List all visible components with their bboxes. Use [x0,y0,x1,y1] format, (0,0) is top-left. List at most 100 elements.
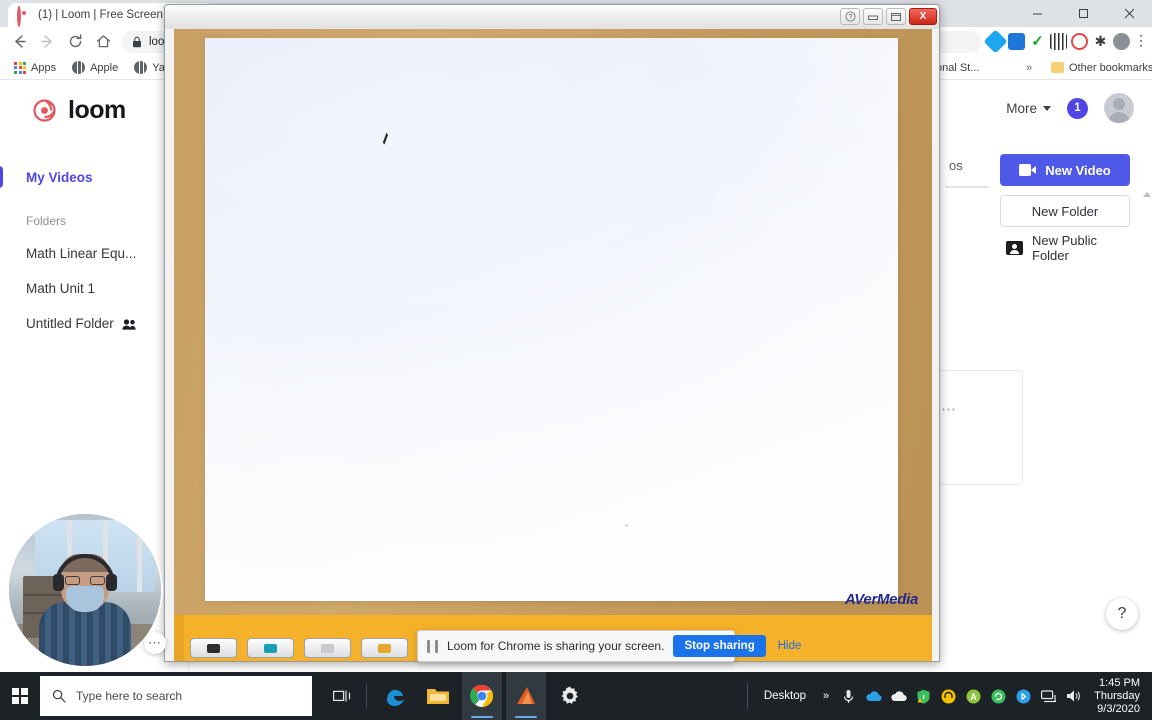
new-video-button[interactable]: New Video [1000,154,1130,186]
minimize-icon[interactable] [1014,0,1060,27]
hide-button[interactable]: Hide [775,640,805,652]
taskbar-search-input[interactable]: Type here to search [40,676,312,716]
avermedia-logo: AVerMedia [844,591,918,608]
folder-icon [1051,62,1064,73]
sidebar-folder-untitled-folder[interactable]: Untitled Folder [0,306,188,341]
extension-loom-icon[interactable] [1071,33,1088,50]
globe-icon [72,61,86,74]
taskbar-clock[interactable]: 1:45 PM Thursday 9/3/2020 [1086,677,1152,716]
profile-avatar-icon[interactable] [1113,33,1130,50]
onedrive-blue-icon[interactable] [864,687,883,706]
doccam-tool-camera[interactable] [247,638,294,658]
sync-icon[interactable] [989,687,1008,706]
content-scrollbar[interactable] [1143,192,1151,312]
sidebar-item-label: My Videos [26,169,93,185]
svg-text:?: ? [848,14,852,21]
headphones-icon[interactable] [939,687,958,706]
taskbar-app-buttons [374,672,590,720]
tab-videos[interactable]: os [949,158,963,173]
screen-sharing-bar: Loom for Chrome is sharing your screen. … [417,630,801,662]
chevron-down-icon [1043,105,1051,111]
microphone-icon[interactable] [839,687,858,706]
doccam-minimize-icon[interactable] [863,8,883,25]
doccam-video-feed: AVerMedia [174,29,932,617]
start-button[interactable] [0,672,40,720]
loom-logo-text: loom [68,96,126,124]
sidebar-folder-math-linear-equations[interactable]: Math Linear Equ... [0,236,188,271]
pen-mark [381,132,390,146]
network-icon[interactable] [1039,687,1058,706]
scroll-up-icon[interactable] [1143,192,1151,197]
bluetooth-icon[interactable] [1014,687,1033,706]
extension-arrow-icon[interactable] [1008,33,1025,50]
reload-icon[interactable] [62,29,88,55]
avatar[interactable] [1104,93,1134,123]
video-card[interactable] [931,370,1023,485]
doccam-tool-blank[interactable] [304,638,351,658]
bookmarks-overflow[interactable]: » [1020,60,1038,76]
bookmark-other-bookmarks[interactable]: Other bookmarks [1045,60,1152,76]
extension-checkmark-icon[interactable]: ✓ [1029,33,1046,50]
taskbar-app-chrome[interactable] [462,672,502,720]
extension-grid-icon[interactable] [1050,33,1067,50]
svg-text:A: A [970,692,977,702]
stop-sharing-button[interactable]: Stop sharing [673,635,766,657]
webcam-options-icon[interactable]: ⋯ [144,632,166,654]
headphone-earcup-right [106,574,117,591]
doccam-title-bar[interactable]: ? X [165,5,939,29]
onedrive-white-icon[interactable] [889,687,908,706]
clock-date: 9/3/2020 [1097,702,1140,715]
loom-logo[interactable]: loom [30,96,126,125]
back-icon[interactable] [6,29,32,55]
sidebar-folder-math-unit-1[interactable]: Math Unit 1 [0,271,188,306]
doccam-tool-capture[interactable] [190,638,237,658]
extension-blue-diamond-icon[interactable] [983,29,1008,54]
apps-grid-icon [14,61,26,74]
security-warning-icon[interactable] [914,687,933,706]
maximize-icon[interactable] [1060,0,1106,27]
notification-badge[interactable]: 1 [1067,97,1088,119]
headphone-earcup-left [53,574,64,591]
antivirus-icon[interactable]: A [964,687,983,706]
video-card-menu-icon[interactable]: ⋯ [941,400,957,418]
new-public-folder-button[interactable]: New Public Folder [1000,233,1130,263]
shared-people-icon [122,318,137,330]
doccam-maximize-icon[interactable] [886,8,906,25]
sidebar-folder-label: Untitled Folder [26,316,114,331]
new-video-label: New Video [1045,162,1111,178]
chrome-icon [470,684,493,707]
loom-favicon-icon [17,6,31,27]
bookmark-label: onal St... [936,61,980,74]
taskbar-app-settings[interactable] [550,672,590,720]
avermedia-doccam-window: ? X AVerMedia [164,4,940,662]
video-camera-icon [1019,164,1037,176]
sidebar-folders-heading: Folders [26,214,67,228]
tray-separator [746,683,748,709]
help-button[interactable]: ? [1106,598,1138,630]
tray-desktop-label[interactable]: Desktop [754,690,816,702]
extension-puzzle-icon[interactable]: ✱ [1092,33,1109,50]
close-icon[interactable] [1106,0,1152,27]
doccam-close-icon[interactable]: X [909,8,937,25]
taskbar-app-file-explorer[interactable] [418,672,458,720]
more-menu-button[interactable]: More [1006,101,1051,116]
taskbar-app-edge[interactable] [374,672,414,720]
volume-icon[interactable] [1064,687,1083,706]
chrome-menu-icon[interactable]: ⋮ [1134,33,1148,50]
sidebar-item-my-videos[interactable]: My Videos [0,162,188,192]
task-view-button[interactable] [320,672,364,720]
doccam-help-icon[interactable]: ? [840,8,860,25]
tray-overflow-icon[interactable]: » [816,690,836,702]
clock-day: Thursday [1094,689,1140,702]
taskbar-active-indicator [515,715,537,718]
taskbar-app-pdf-reader[interactable] [506,672,546,720]
search-icon [52,689,66,703]
settings-gear-icon [561,686,578,704]
webcam-bubble[interactable] [9,514,161,666]
bookmark-apple[interactable]: Apple [66,59,124,76]
forward-icon[interactable] [34,29,60,55]
home-icon[interactable] [90,29,116,55]
doccam-tool-highlight[interactable] [361,638,408,658]
bookmark-apps[interactable]: Apps [8,60,62,76]
new-folder-button[interactable]: New Folder [1000,195,1130,227]
